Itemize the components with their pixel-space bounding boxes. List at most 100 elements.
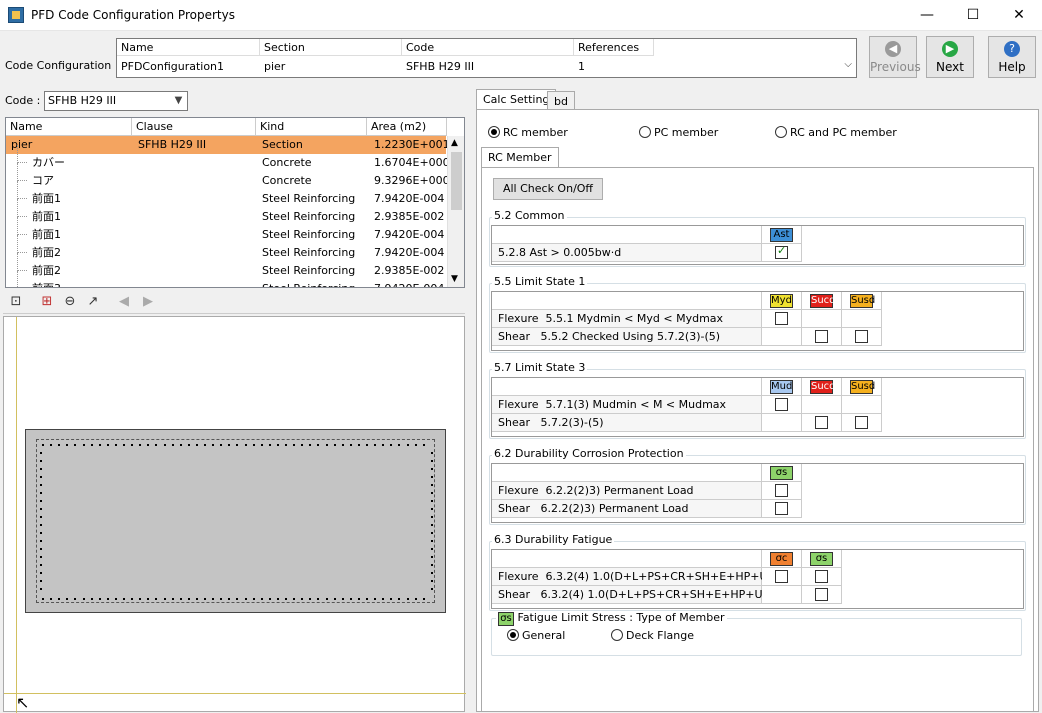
check-cell bbox=[842, 328, 882, 346]
checkbox[interactable] bbox=[815, 570, 828, 583]
checkbox[interactable] bbox=[815, 330, 828, 343]
checkbox[interactable] bbox=[815, 416, 828, 429]
back-icon[interactable]: ◀ bbox=[113, 291, 135, 313]
radio-pc-member[interactable]: PC member bbox=[639, 126, 718, 139]
grid-scrollbar[interactable]: ▲ ▼ bbox=[447, 136, 464, 287]
cell-area: 7.9420E-004 bbox=[374, 192, 445, 205]
check-row-label: Flexure 5.5.1 Mydmin < Myd < Mydmax bbox=[492, 310, 762, 328]
radio-general[interactable]: General bbox=[507, 629, 565, 642]
header-cell: σc bbox=[762, 550, 802, 568]
radio-icon[interactable] bbox=[611, 629, 623, 641]
radio-rc-member[interactable]: RC member bbox=[488, 126, 568, 139]
table-row[interactable]: コア Concrete 9.3296E+000 bbox=[6, 163, 450, 190]
check-cell bbox=[762, 310, 802, 328]
rebar-dot bbox=[155, 444, 158, 446]
rebar-dot bbox=[333, 444, 336, 446]
radio-icon[interactable] bbox=[507, 629, 519, 641]
rebar-dot bbox=[40, 516, 42, 518]
zoom-window-icon[interactable]: ⊞ bbox=[36, 291, 58, 313]
rebar-dot bbox=[204, 598, 206, 600]
rebar-dot bbox=[212, 598, 215, 600]
scroll-thumb[interactable] bbox=[451, 152, 462, 210]
rebar-dot bbox=[333, 598, 336, 600]
all-check-button[interactable]: All Check On/Off bbox=[493, 178, 603, 200]
minimize-button[interactable]: — bbox=[904, 0, 950, 31]
checkbox[interactable] bbox=[775, 312, 788, 325]
config-value-section: pier bbox=[264, 60, 286, 73]
table-row[interactable]: 前面1 Steel Reinforcing 7.9420E-004 bbox=[6, 181, 446, 208]
tab-bd[interactable]: bd bbox=[547, 91, 575, 109]
rebar-dot bbox=[431, 460, 433, 462]
cell-area: 7.9420E-004 bbox=[374, 228, 445, 241]
checkbox[interactable] bbox=[775, 484, 788, 497]
checkbox[interactable] bbox=[775, 570, 788, 583]
section-grid[interactable]: Name Clause Kind Area (m2) pier SFHB H29 … bbox=[5, 117, 465, 288]
rebar-dot bbox=[301, 598, 304, 600]
fit-view-icon[interactable]: ⊡ bbox=[5, 291, 27, 313]
table-row[interactable]: 前面2 Steel Reinforcing 2.9385E-002 bbox=[6, 253, 446, 280]
radio-icon[interactable] bbox=[639, 126, 651, 138]
rebar-dot bbox=[422, 444, 425, 446]
section-canvas[interactable]: ↖ bbox=[3, 316, 466, 713]
grid-header-kind[interactable]: Kind bbox=[256, 118, 367, 136]
config-header-references: References bbox=[574, 39, 654, 56]
radio-rc-pc-member[interactable]: RC and PC member bbox=[775, 126, 897, 139]
table-row[interactable]: 前面1 Steel Reinforcing 7.9420E-004 bbox=[6, 217, 446, 244]
previous-button[interactable]: ◀ Previous bbox=[869, 36, 921, 78]
scroll-up-icon[interactable]: ▲ bbox=[451, 138, 458, 148]
pan-arrow-icon[interactable]: ↗ bbox=[82, 291, 104, 313]
forward-icon[interactable]: ▶ bbox=[137, 291, 159, 313]
rebar-dot bbox=[40, 460, 42, 462]
radio-icon[interactable] bbox=[775, 126, 787, 138]
table-row[interactable]: 前面3 Steel Reinforcing 7.9420E-004 bbox=[6, 271, 446, 287]
checkbox[interactable] bbox=[775, 398, 788, 411]
maximize-button[interactable]: ☐ bbox=[950, 0, 996, 31]
table-row[interactable]: カバー Concrete 1.6704E+000 bbox=[6, 145, 450, 172]
rebar-dot bbox=[40, 532, 42, 534]
check-cell bbox=[762, 396, 802, 414]
rebar-dot bbox=[268, 598, 271, 600]
rebar-dot bbox=[260, 444, 263, 446]
badge-susd: Susd bbox=[850, 380, 876, 394]
config-value-references: 1 bbox=[578, 60, 585, 73]
header-cell: Myd bbox=[762, 292, 802, 310]
tab-calc-setting[interactable]: Calc Setting bbox=[476, 89, 557, 109]
canvas-axis-horizontal bbox=[4, 693, 466, 694]
grid-body: pier SFHB H29 III Section 1.2230E+001 カバー Con… bbox=[6, 136, 450, 287]
rebar-dot bbox=[285, 598, 287, 600]
app-icon bbox=[8, 7, 24, 23]
rebar-dot bbox=[40, 452, 42, 454]
rebar-dot bbox=[317, 598, 320, 600]
checkbox[interactable] bbox=[775, 502, 788, 515]
close-button[interactable]: ✕ bbox=[996, 0, 1042, 31]
grid-header-clause[interactable]: Clause bbox=[132, 118, 256, 136]
table-row[interactable]: 前面2 Steel Reinforcing 7.9420E-004 bbox=[6, 235, 446, 262]
table-row[interactable]: 前面1 Steel Reinforcing 2.9385E-002 bbox=[6, 199, 446, 226]
tab-rc-member[interactable]: RC Member bbox=[481, 147, 559, 167]
grid-header-area[interactable]: Area (m2) bbox=[367, 118, 447, 136]
checkbox[interactable] bbox=[775, 244, 788, 259]
chevron-down-icon[interactable]: ⌵ bbox=[844, 59, 852, 70]
help-button[interactable]: ? Help bbox=[988, 36, 1036, 78]
next-button[interactable]: ▶ Next bbox=[926, 36, 974, 78]
checkbox[interactable] bbox=[855, 416, 868, 429]
zoom-out-icon[interactable]: ⊖ bbox=[59, 291, 81, 313]
code-select[interactable]: SFHB H29 III ▼ bbox=[44, 91, 188, 111]
table-row[interactable]: pier SFHB H29 III Section 1.2230E+001 bbox=[6, 136, 450, 154]
rebar-dot bbox=[179, 598, 182, 600]
canvas-axis-vertical bbox=[16, 317, 17, 713]
scroll-down-icon[interactable]: ▼ bbox=[451, 274, 458, 284]
checkbox[interactable] bbox=[855, 330, 868, 343]
checkbox[interactable] bbox=[815, 588, 828, 601]
radio-icon[interactable] bbox=[488, 126, 500, 138]
general-label: General bbox=[522, 629, 566, 642]
rebar-dot bbox=[40, 500, 42, 502]
code-config-select[interactable]: Name Section Code References PFDConfigur… bbox=[116, 38, 857, 78]
rebar-dot bbox=[220, 444, 223, 446]
header-spacer bbox=[492, 292, 762, 310]
group-title: 5.2 Common bbox=[492, 209, 567, 222]
radio-deck-flange[interactable]: Deck Flange bbox=[611, 629, 694, 642]
cell-kind: Section bbox=[262, 138, 303, 151]
check-cell bbox=[802, 396, 842, 414]
grid-header-name[interactable]: Name bbox=[6, 118, 132, 136]
